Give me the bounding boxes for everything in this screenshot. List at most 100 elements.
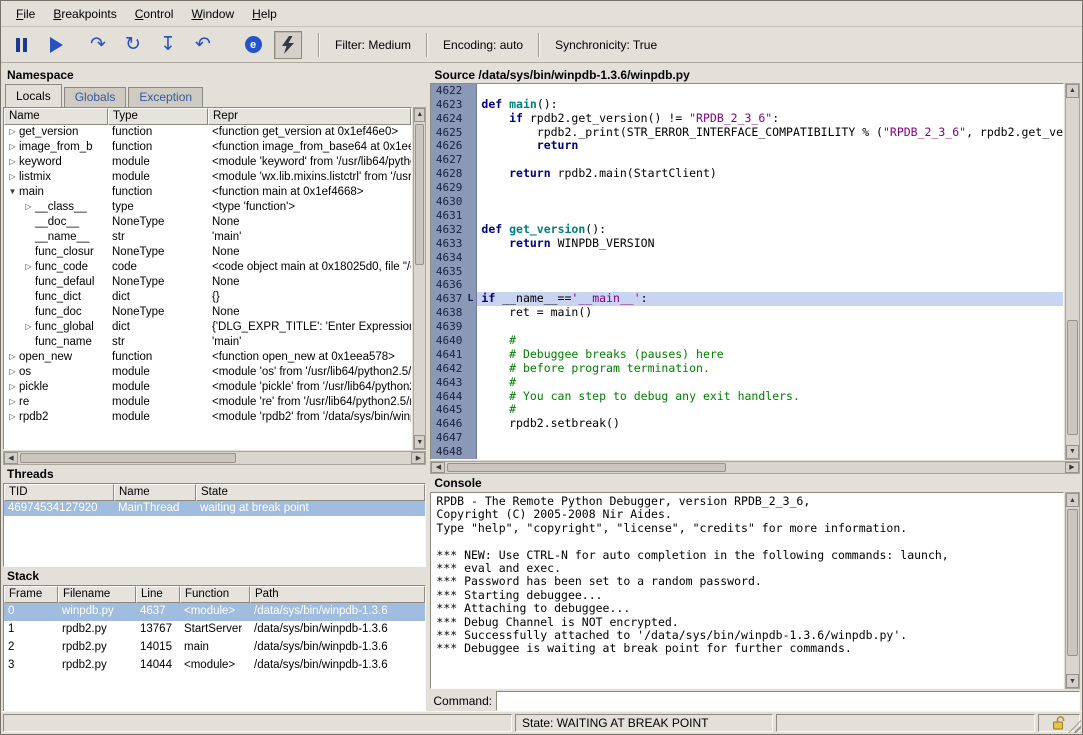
source-line[interactable]: 4637Lif __name__=='__main__': [431,292,1063,306]
table-row[interactable]: func_docNoneTypeNone [4,305,411,320]
scroll-thumb[interactable] [1067,320,1078,435]
line-number[interactable]: 4644 [431,390,464,404]
menu-help[interactable]: Help [243,3,286,25]
break-button[interactable] [7,31,35,59]
source-line[interactable]: 4635 [431,265,1063,279]
source-line[interactable]: 4646 rpdb2.setbreak() [431,417,1063,431]
line-number[interactable]: 4623 [431,98,464,112]
source-line[interactable]: 4629 [431,181,1063,195]
source-line[interactable]: 4640 # [431,334,1063,348]
collapsed-arrow-icon[interactable]: ▷ [6,140,19,154]
scroll-track[interactable] [1066,98,1079,445]
table-row[interactable]: 1rpdb2.py13767StartServer/data/sys/bin/w… [4,621,425,639]
table-row[interactable]: ▷osmodule<module 'os' from '/usr/lib64/p… [4,365,411,380]
line-number[interactable]: 4641 [431,348,464,362]
column-header-state[interactable]: State [196,484,425,501]
scroll-track[interactable] [414,122,425,435]
encoding-toggle-button[interactable]: e [239,31,267,59]
source-line[interactable]: 4641 # Debuggee breaks (pauses) here [431,348,1063,362]
column-header-line[interactable]: Line [136,586,180,603]
source-line[interactable]: 4625 rpdb2._print(STR_ERROR_INTERFACE_CO… [431,126,1063,140]
column-header-name[interactable]: Name [4,108,108,125]
scroll-track[interactable] [445,462,1065,473]
table-row[interactable]: ▷get_versionfunction<function get_versio… [4,125,411,140]
collapsed-arrow-icon[interactable]: ▷ [22,320,35,334]
table-row[interactable]: func_dictdict{} [4,290,411,305]
console-vscrollbar[interactable]: ▲ ▼ [1065,492,1080,689]
source-line[interactable]: 4632def get_version(): [431,223,1063,237]
table-row[interactable]: ▷__class__type<type 'function'> [4,200,411,215]
source-line[interactable]: 4623def main(): [431,98,1063,112]
line-number[interactable]: 4639 [431,320,464,334]
scroll-thumb[interactable] [1067,509,1078,656]
source-code-view[interactable]: 46224623def main():4624 if rpdb2.get_ver… [430,83,1064,460]
source-line[interactable]: 4633 return WINPDB_VERSION [431,237,1063,251]
line-number[interactable]: 4629 [431,181,464,195]
tab-locals[interactable]: Locals [5,84,62,107]
expanded-arrow-icon[interactable]: ▼ [6,185,19,199]
console-output[interactable]: RPDB - The Remote Python Debugger, versi… [430,492,1064,689]
line-number[interactable]: 4643 [431,376,464,390]
source-line[interactable]: 4636 [431,278,1063,292]
collapsed-arrow-icon[interactable]: ▷ [6,380,19,394]
collapsed-arrow-icon[interactable]: ▷ [6,410,19,424]
go-button[interactable] [42,31,70,59]
table-row[interactable]: ▷rpdb2module<module 'rpdb2' from '/data/… [4,410,411,425]
source-line[interactable]: 4628 return rpdb2.main(StartClient) [431,167,1063,181]
table-row[interactable]: ▷func_globaldict{'DLG_EXPR_TITLE': 'Ente… [4,320,411,335]
column-header-repr[interactable]: Repr [208,108,411,125]
line-number[interactable]: 4627 [431,153,464,167]
column-header-function[interactable]: Function [180,586,250,603]
scroll-down-button[interactable]: ▼ [414,435,425,449]
source-line[interactable]: 4631 [431,209,1063,223]
line-number[interactable]: 4633 [431,237,464,251]
namespace-vscrollbar[interactable]: ▲ ▼ [413,107,426,450]
source-line[interactable]: 4626 return [431,139,1063,153]
source-line[interactable]: 4647 [431,431,1063,445]
table-row[interactable]: ▷open_newfunction<function open_new at 0… [4,350,411,365]
source-hscrollbar[interactable]: ◀ ▶ [430,461,1080,474]
source-line[interactable]: 4624 if rpdb2.get_version() != "RPDB_2_3… [431,112,1063,126]
source-line[interactable]: 4645 # [431,403,1063,417]
table-row[interactable]: func_defaulNoneTypeNone [4,275,411,290]
command-input[interactable] [496,691,1080,711]
line-number[interactable]: 4632 [431,223,464,237]
step-out-button[interactable]: ↧ [154,31,182,59]
line-number[interactable]: 4646 [431,417,464,431]
table-row[interactable]: ▼mainfunction<function main at 0x1ef4668… [4,185,411,200]
scroll-left-button[interactable]: ◀ [431,462,445,473]
line-number[interactable]: 4640 [431,334,464,348]
table-row[interactable]: func_namestr'main' [4,335,411,350]
source-vscrollbar[interactable]: ▲ ▼ [1065,83,1080,460]
line-number[interactable]: 4631 [431,209,464,223]
menu-file[interactable]: File [7,3,44,25]
column-header-tid[interactable]: TID [4,484,114,501]
table-row[interactable]: ▷picklemodule<module 'pickle' from '/usr… [4,380,411,395]
line-number[interactable]: 4634 [431,251,464,265]
collapsed-arrow-icon[interactable]: ▷ [6,155,19,169]
line-number[interactable]: 4624 [431,112,464,126]
table-row[interactable]: __name__str'main' [4,230,411,245]
line-number[interactable]: 4642 [431,362,464,376]
table-row[interactable]: ▷keywordmodule<module 'keyword' from '/u… [4,155,411,170]
table-row[interactable]: ▷listmixmodule<module 'wx.lib.mixins.lis… [4,170,411,185]
menu-window[interactable]: Window [182,3,243,25]
tab-exception[interactable]: Exception [128,87,203,107]
source-line[interactable]: 4643 # [431,376,1063,390]
table-row[interactable]: 3rpdb2.py14044<module>/data/sys/bin/winp… [4,657,425,675]
collapsed-arrow-icon[interactable]: ▷ [22,200,35,214]
collapsed-arrow-icon[interactable]: ▷ [6,350,19,364]
column-header-frame[interactable]: Frame [4,586,58,603]
line-number[interactable]: 4636 [431,278,464,292]
line-number[interactable]: 4648 [431,445,464,459]
line-number[interactable]: 4635 [431,265,464,279]
namespace-hscrollbar[interactable]: ◀ ▶ [3,451,426,465]
step-into-button[interactable]: ↷ [84,31,112,59]
scroll-left-button[interactable]: ◀ [4,452,18,464]
collapsed-arrow-icon[interactable]: ▷ [6,365,19,379]
source-line[interactable]: 4630 [431,195,1063,209]
column-header-name[interactable]: Name [114,484,196,501]
table-row[interactable]: func_closurNoneTypeNone [4,245,411,260]
scroll-down-button[interactable]: ▼ [1066,445,1079,459]
source-line[interactable]: 4627 [431,153,1063,167]
